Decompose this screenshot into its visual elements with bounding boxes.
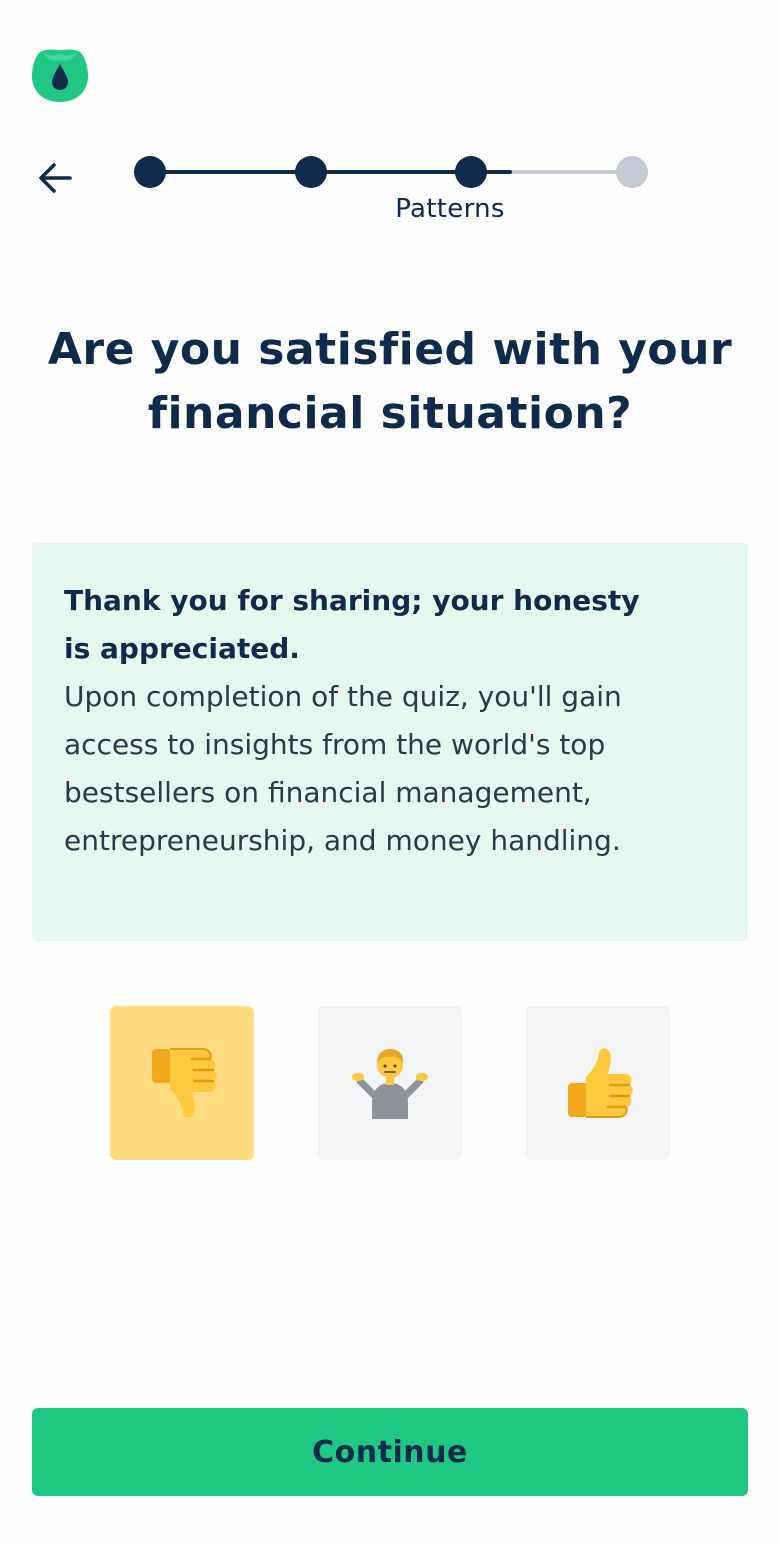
thumbs-up-icon [568,1048,633,1118]
arrow-left-icon [39,163,72,193]
answer-option-like[interactable] [526,1006,670,1160]
back-button[interactable] [32,154,80,202]
answer-option-neutral[interactable] [318,1006,462,1160]
quiz-screen: Patterns Are you satisfied with your fin… [0,0,780,1544]
progress-step-dot [616,156,648,188]
app-logo [32,46,88,102]
progress-step-dot [455,156,488,188]
answer-option-dislike[interactable] [110,1006,254,1160]
continue-button[interactable]: Continue [32,1408,748,1496]
droplet-leaf-logo-icon [32,49,88,102]
feedback-card: Thank you for sharing; your honesty is a… [32,543,748,941]
feedback-heading: Thank you for sharing; your honesty is a… [64,584,640,665]
progress-step-dot [294,156,327,188]
question-title: Are you satisfied with your financial si… [47,324,733,439]
thumbs-down-icon [152,1048,217,1118]
answer-options [0,1006,780,1160]
progress-step-dot [134,156,166,188]
feedback-body: Upon completion of the quiz, you'll gain… [64,680,622,857]
progress-stepper [134,156,648,188]
progress-step-label: Patterns [395,194,505,224]
person-shrugging-icon [352,1049,428,1119]
